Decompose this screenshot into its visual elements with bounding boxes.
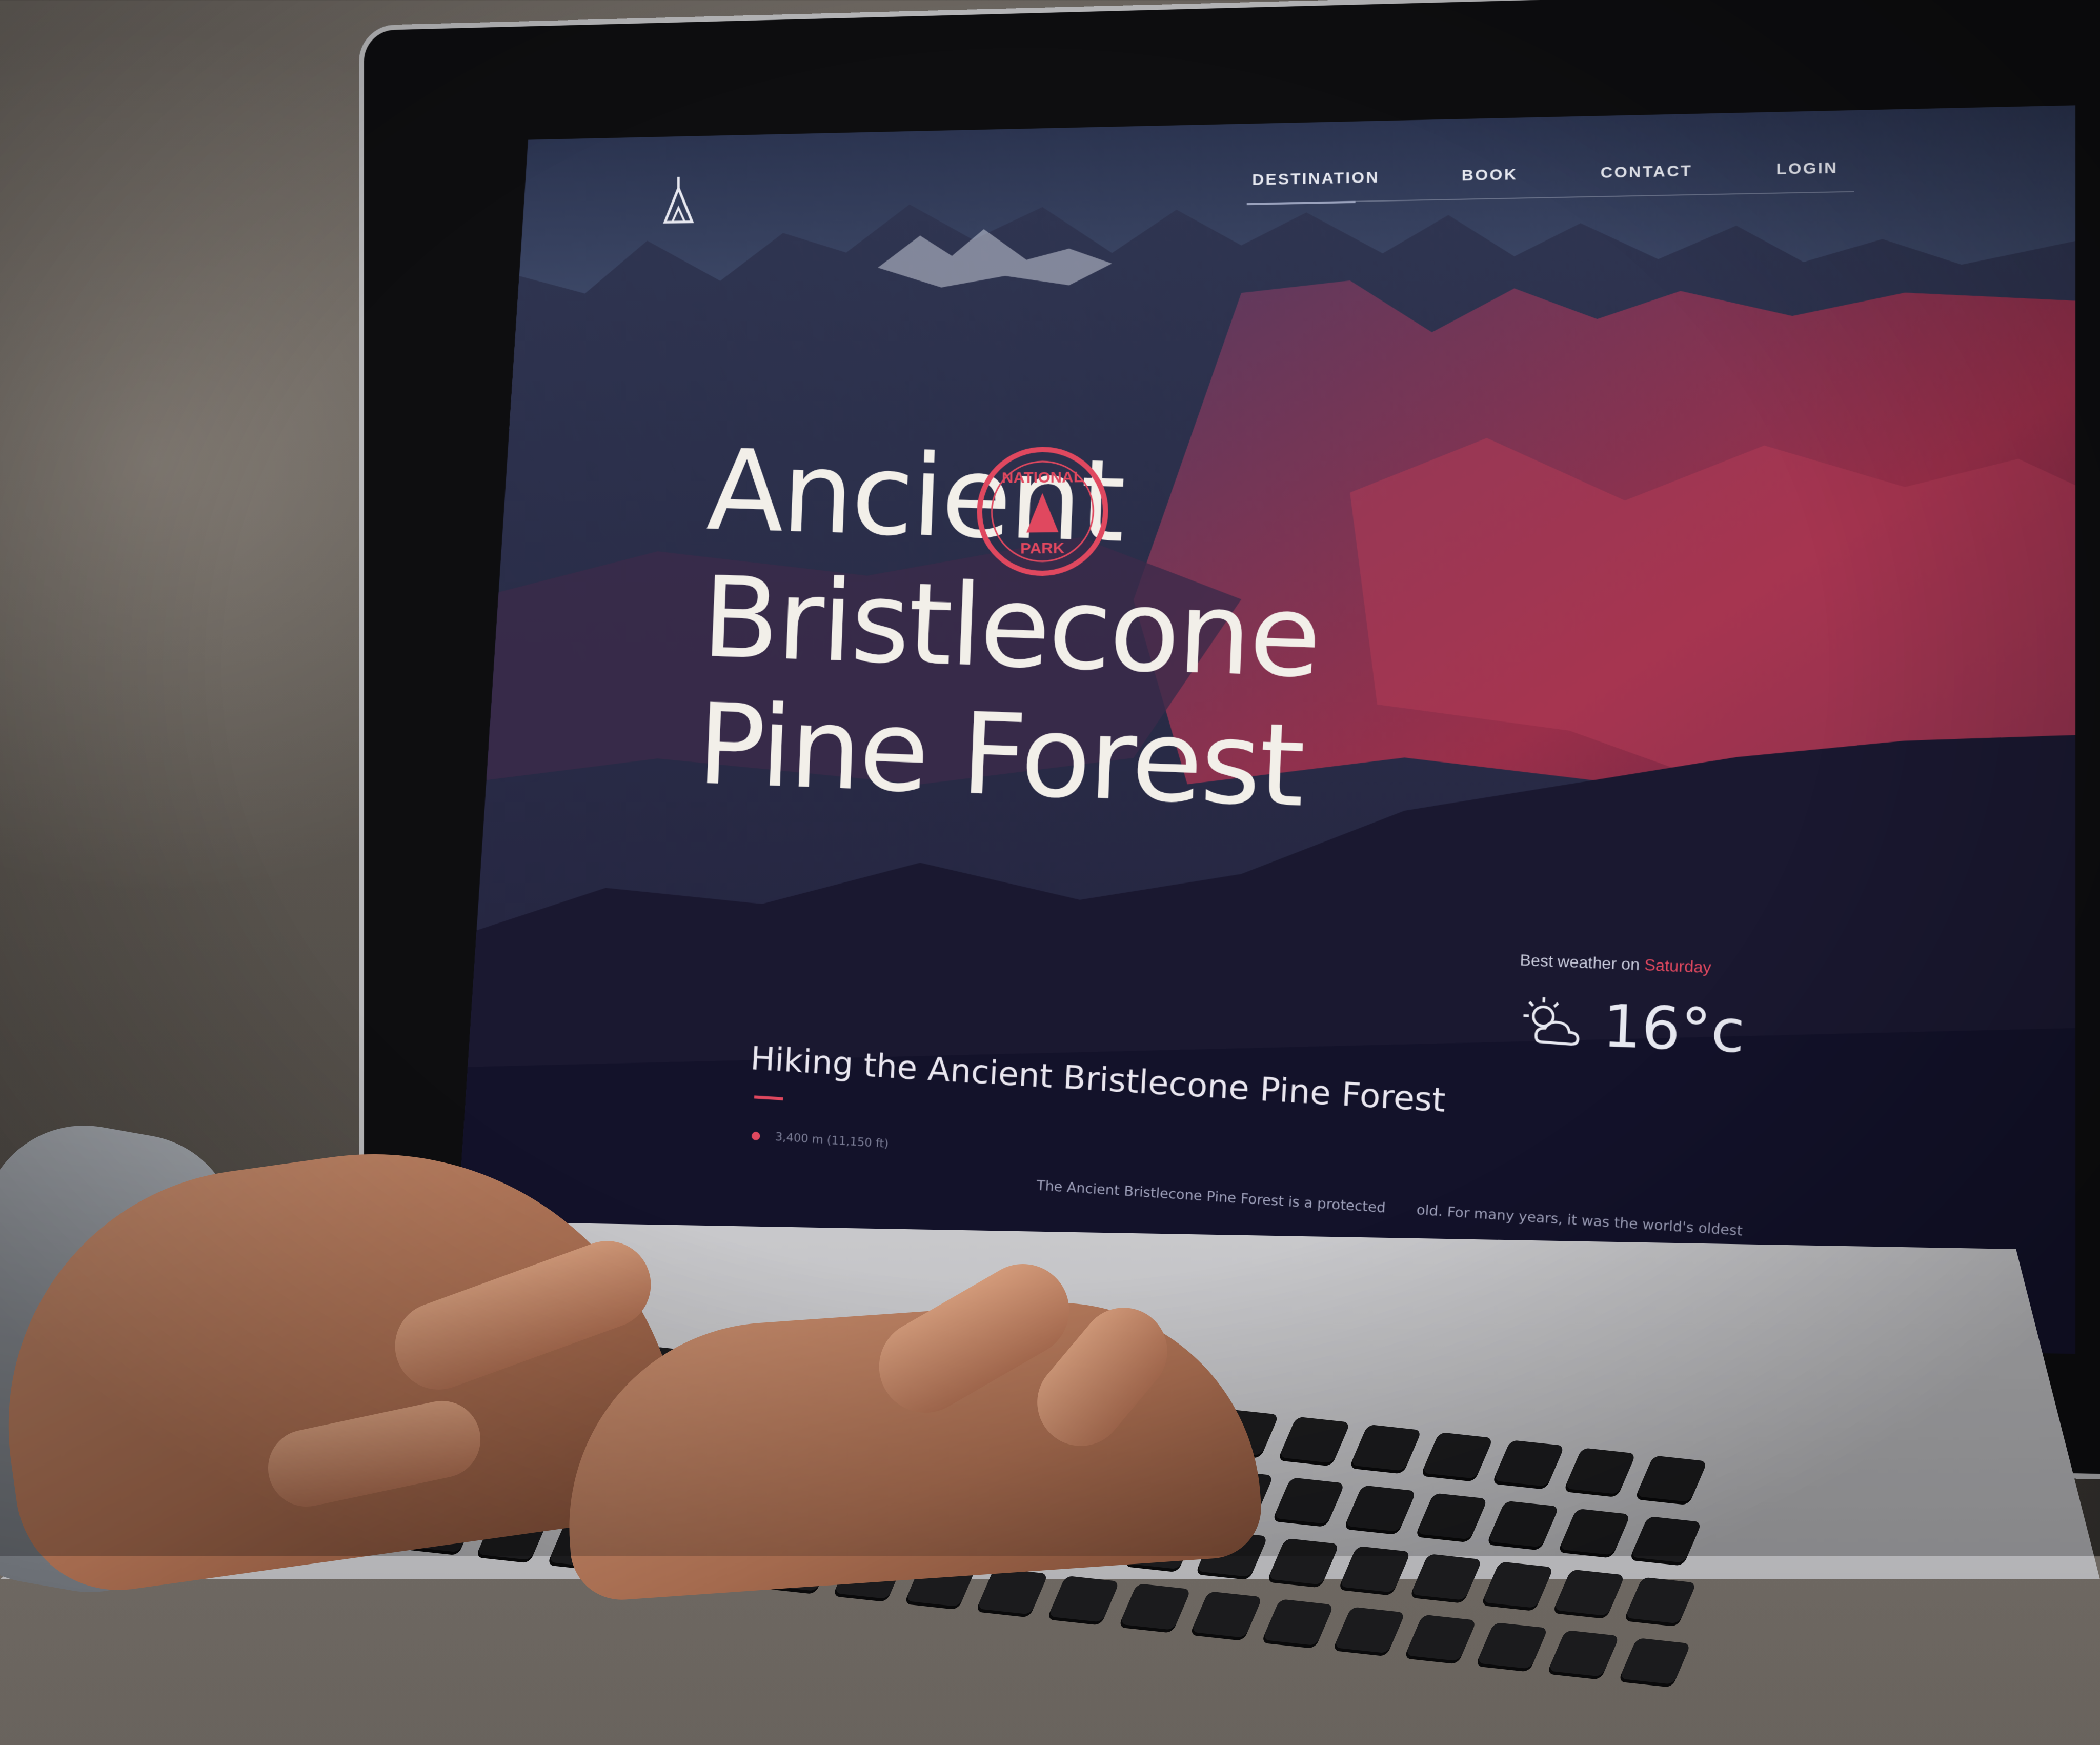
keyboard-key[interactable] bbox=[1548, 1630, 1620, 1677]
keyboard-key[interactable] bbox=[1350, 1425, 1422, 1471]
keyboard-key[interactable] bbox=[1482, 1561, 1554, 1608]
badge-top-text: NATIONAL bbox=[1002, 468, 1083, 487]
weather-cloud-sun-icon bbox=[1519, 993, 1587, 1055]
location-pin-icon bbox=[752, 1132, 760, 1140]
badge-emblem-icon: NATIONAL PARK bbox=[973, 443, 1112, 580]
badge-bottom-text: PARK bbox=[1020, 539, 1065, 557]
keyboard-key[interactable] bbox=[1339, 1546, 1411, 1593]
weather-widget: 16°c bbox=[1519, 988, 1746, 1066]
keyboard-key[interactable] bbox=[977, 1568, 1048, 1615]
keyboard-key[interactable] bbox=[1625, 1577, 1697, 1623]
keyboard-key[interactable] bbox=[1048, 1576, 1120, 1622]
weather-temperature: 16°c bbox=[1602, 992, 1746, 1066]
keyboard-key[interactable] bbox=[1191, 1591, 1263, 1638]
keyboard-key[interactable] bbox=[1268, 1538, 1340, 1585]
keyboard-key[interactable] bbox=[1487, 1501, 1559, 1548]
keyboard-key[interactable] bbox=[1274, 1477, 1345, 1524]
nav-contact[interactable]: CONTACT bbox=[1601, 162, 1692, 182]
nav-destination[interactable]: DESTINATION bbox=[1252, 169, 1379, 189]
keyboard-key[interactable] bbox=[1410, 1554, 1482, 1600]
keyboard-key[interactable] bbox=[1345, 1485, 1417, 1532]
keyboard-key[interactable] bbox=[1619, 1638, 1691, 1684]
keyboard-key[interactable] bbox=[1334, 1607, 1405, 1653]
keyboard-key[interactable] bbox=[1564, 1448, 1636, 1494]
laptop-screen: DESTINATION BOOK CONTACT LOGIN Ancient B… bbox=[451, 105, 2075, 1354]
keyboard-key[interactable] bbox=[1553, 1569, 1625, 1616]
keyboard-key[interactable] bbox=[1636, 1455, 1708, 1502]
hero-title-line-3: Pine Forest bbox=[695, 680, 1317, 831]
keyboard-key[interactable] bbox=[1405, 1614, 1477, 1661]
keyboard-key[interactable] bbox=[1416, 1493, 1488, 1539]
keyboard-key[interactable] bbox=[1119, 1583, 1191, 1630]
keyboard-key[interactable] bbox=[1559, 1509, 1631, 1555]
keyboard-key[interactable] bbox=[1279, 1417, 1350, 1463]
keyboard-key[interactable] bbox=[1493, 1440, 1565, 1487]
nav-book[interactable]: BOOK bbox=[1462, 166, 1518, 185]
nav-login[interactable]: LOGIN bbox=[1776, 159, 1838, 178]
keyboard-key[interactable] bbox=[1422, 1432, 1493, 1479]
keyboard-key[interactable] bbox=[1262, 1599, 1334, 1646]
keyboard-key[interactable] bbox=[1630, 1516, 1702, 1563]
weather-day: Saturday bbox=[1644, 956, 1712, 977]
keyboard-key[interactable] bbox=[1477, 1622, 1548, 1669]
logo-icon[interactable] bbox=[658, 172, 699, 230]
